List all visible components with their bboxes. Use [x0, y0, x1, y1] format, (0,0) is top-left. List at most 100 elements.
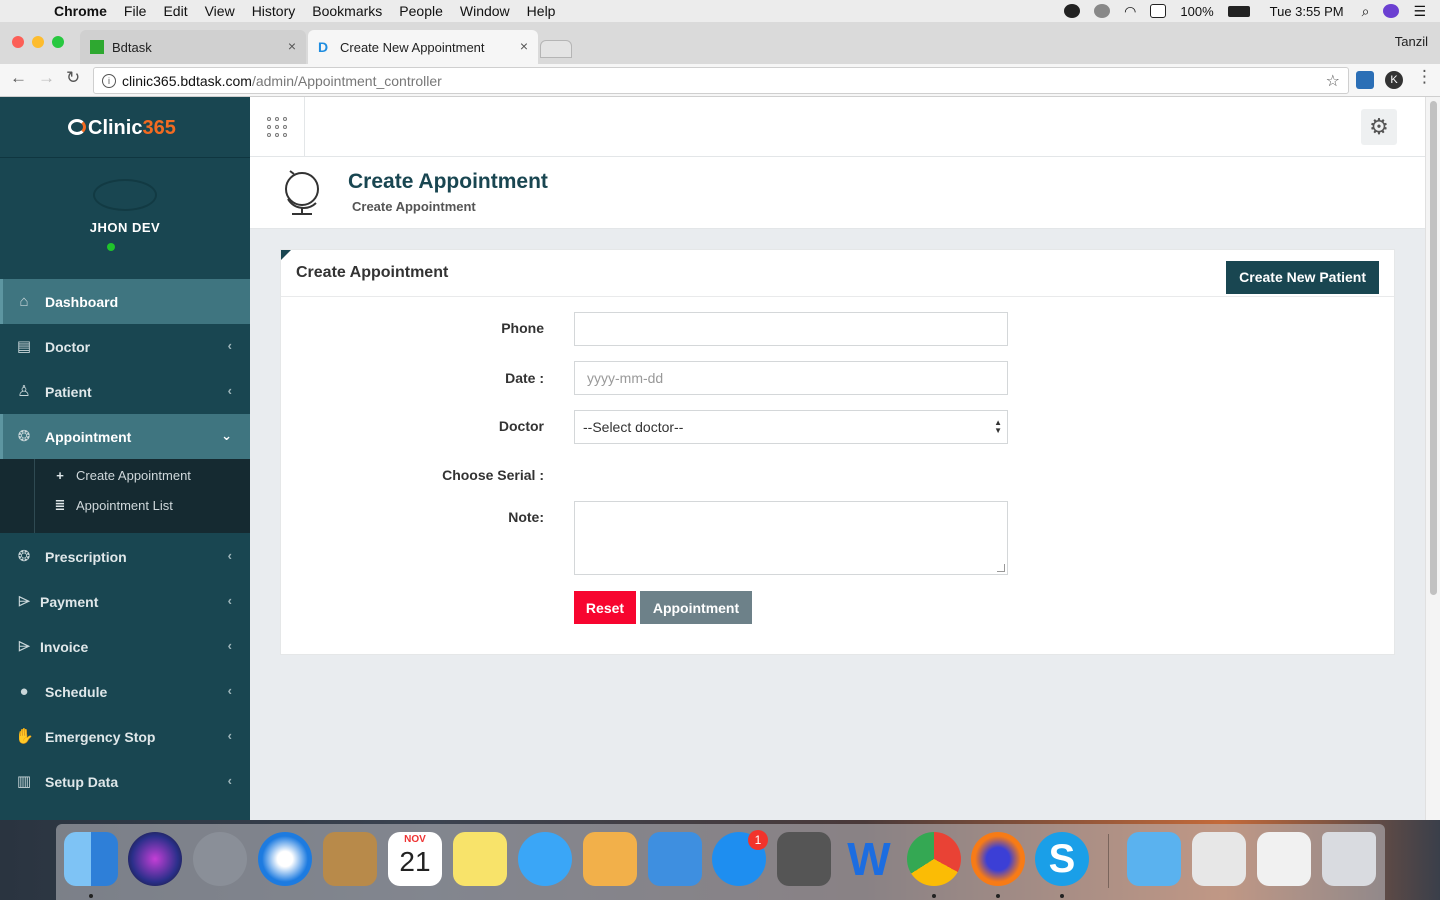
new-tab-button[interactable] — [540, 40, 572, 58]
globe-icon — [285, 170, 319, 215]
menu-history[interactable]: History — [252, 3, 296, 19]
chrome-menu-icon[interactable]: ⋮ — [1416, 67, 1433, 87]
sidebar-item-doctor[interactable]: ▤ Doctor ‹ — [0, 324, 250, 369]
tab-close-icon[interactable]: × — [520, 38, 528, 54]
sidebar-item-patient[interactable]: ♙ Patient ‹ — [0, 369, 250, 414]
top-navbar: ⚙ — [250, 97, 1425, 157]
chrome-icon[interactable] — [907, 832, 961, 886]
phone-label: Phone — [501, 320, 544, 336]
trash-icon[interactable] — [1322, 832, 1376, 886]
sidebar-item-emergency-stop[interactable]: ✋ Emergency Stop ‹ — [0, 714, 250, 759]
sidebar-item-schedule[interactable]: ● Schedule ‹ — [0, 669, 250, 714]
page-scrollbar[interactable] — [1425, 97, 1440, 820]
sidebar-item-invoice[interactable]: ⌲ Invoice ‹ — [0, 624, 250, 669]
menu-bookmarks[interactable]: Bookmarks — [312, 3, 382, 19]
resize-grip-icon[interactable] — [997, 564, 1005, 572]
home-icon: ⌂ — [19, 292, 29, 310]
submenu-item-appointment-list[interactable]: ≣ Appointment List — [54, 490, 173, 520]
chevron-left-icon: ‹ — [227, 728, 232, 743]
documents-stack-icon[interactable] — [1192, 832, 1246, 886]
sidebar-item-dashboard[interactable]: ⌂ Dashboard — [0, 279, 250, 324]
settings-gear-button[interactable]: ⚙ — [1361, 109, 1397, 145]
reload-icon[interactable]: ↻ — [66, 68, 80, 88]
person-icon: ♙ — [17, 382, 31, 400]
keynote-icon[interactable] — [648, 832, 702, 886]
sidebar-item-prescription[interactable]: ❂ Prescription ‹ — [0, 534, 250, 579]
applications-folder-icon[interactable] — [1127, 832, 1181, 886]
window-zoom-button[interactable] — [52, 36, 64, 48]
phone-input[interactable] — [574, 312, 1008, 346]
sidebar-item-appointment[interactable]: ❂ Appointment ⌄ — [0, 414, 250, 459]
notification-center-icon[interactable]: ☰ — [1413, 3, 1426, 20]
scrollbar-thumb[interactable] — [1430, 101, 1437, 595]
account-avatar-icon[interactable]: K — [1385, 71, 1403, 89]
spotlight-search-icon[interactable]: ⌕ — [1362, 3, 1370, 20]
panel-title: Create Appointment — [296, 264, 449, 281]
appointment-submit-button[interactable]: Appointment — [640, 591, 752, 624]
sidebar-divider — [0, 157, 250, 158]
tab-favicon-icon: D — [318, 39, 329, 55]
messages-bubble-icon[interactable] — [518, 832, 572, 886]
user-avatar[interactable] — [93, 179, 157, 211]
create-new-patient-button[interactable]: Create New Patient — [1226, 261, 1379, 294]
launchpad-rocket-icon[interactable] — [193, 832, 247, 886]
pages-icon[interactable] — [583, 832, 637, 886]
airplay-icon[interactable] — [1150, 4, 1167, 18]
note-textarea[interactable] — [574, 501, 1008, 575]
extension-icon[interactable] — [1356, 71, 1374, 89]
menu-window[interactable]: Window — [460, 3, 510, 19]
sidebar-item-payment[interactable]: ⌲ Payment ‹ — [0, 579, 250, 624]
select-updown-arrows-icon: ▲ ▼ — [994, 418, 1002, 435]
menu-edit[interactable]: Edit — [163, 3, 187, 19]
bar-chart-icon: ▥ — [16, 772, 32, 790]
doctor-label: Doctor — [498, 418, 544, 434]
firefox-icon[interactable] — [971, 832, 1025, 886]
back-arrow-icon[interactable]: ← — [10, 68, 27, 88]
tab-create-new-appointment[interactable]: D Create New Appointment × — [308, 30, 538, 64]
doctor-select[interactable]: --Select doctor-- ▲ ▼ — [574, 410, 1008, 444]
note-label: Note: — [508, 509, 544, 525]
menu-file[interactable]: File — [124, 3, 147, 19]
tab-bdtask[interactable]: Bdtask × — [80, 30, 306, 64]
safari-compass-icon[interactable] — [258, 832, 312, 886]
chevron-down-icon: ⌄ — [221, 428, 232, 443]
skype-status-icon[interactable] — [1064, 4, 1081, 18]
chevron-left-icon: ‹ — [227, 548, 232, 563]
skype-icon[interactable]: S — [1035, 832, 1089, 886]
contacts-icon[interactable] — [323, 832, 377, 886]
calendar-month: NOV — [404, 834, 426, 845]
bookmark-star-icon[interactable]: ☆ — [1326, 71, 1340, 91]
reset-button[interactable]: Reset — [574, 591, 636, 624]
submenu-item-create-appointment[interactable]: + Create Appointment — [54, 460, 191, 490]
cube-icon: ❂ — [17, 547, 31, 565]
menu-help[interactable]: Help — [527, 3, 556, 19]
battery-icon[interactable] — [1227, 5, 1250, 17]
chevron-left-icon: ‹ — [227, 383, 232, 398]
app-grid-button[interactable] — [250, 97, 305, 157]
menubar-clock[interactable]: Tue 3:55 PM — [1270, 4, 1344, 19]
menu-view[interactable]: View — [205, 3, 235, 19]
address-bar[interactable]: i clinic365.bdtask.com/admin/Appointment… — [93, 67, 1349, 94]
clinic-logo[interactable]: Clinic365 — [68, 117, 176, 140]
siri-icon[interactable] — [1383, 4, 1400, 18]
wifi-icon[interactable]: ◠ — [1124, 3, 1136, 20]
chrome-profile-name[interactable]: Tanzil — [1395, 34, 1428, 49]
site-info-icon[interactable]: i — [102, 73, 116, 88]
finder-icon[interactable] — [64, 832, 118, 886]
dock-running-indicator — [932, 894, 936, 898]
creative-cloud-icon[interactable] — [1094, 4, 1111, 18]
notes-icon[interactable] — [453, 832, 507, 886]
date-input[interactable]: yyyy-mm-dd — [574, 361, 1008, 395]
menu-people[interactable]: People — [399, 3, 443, 19]
word-w-icon[interactable]: W — [842, 832, 896, 886]
sidebar-item-setup-data[interactable]: ▥ Setup Data ‹ — [0, 759, 250, 804]
menu-app-name[interactable]: Chrome — [54, 3, 107, 19]
tab-close-icon[interactable]: × — [288, 38, 296, 54]
sidebar: Clinic365 JHON DEV ⌂ Dashboard ▤ Doctor … — [0, 97, 250, 820]
system-preferences-gear-icon[interactable] — [777, 832, 831, 886]
siri-icon[interactable] — [128, 832, 182, 886]
window-close-button[interactable] — [12, 36, 24, 48]
downloads-stack-icon[interactable] — [1257, 832, 1311, 886]
forward-arrow-icon[interactable]: → — [38, 68, 55, 88]
window-minimize-button[interactable] — [32, 36, 44, 48]
